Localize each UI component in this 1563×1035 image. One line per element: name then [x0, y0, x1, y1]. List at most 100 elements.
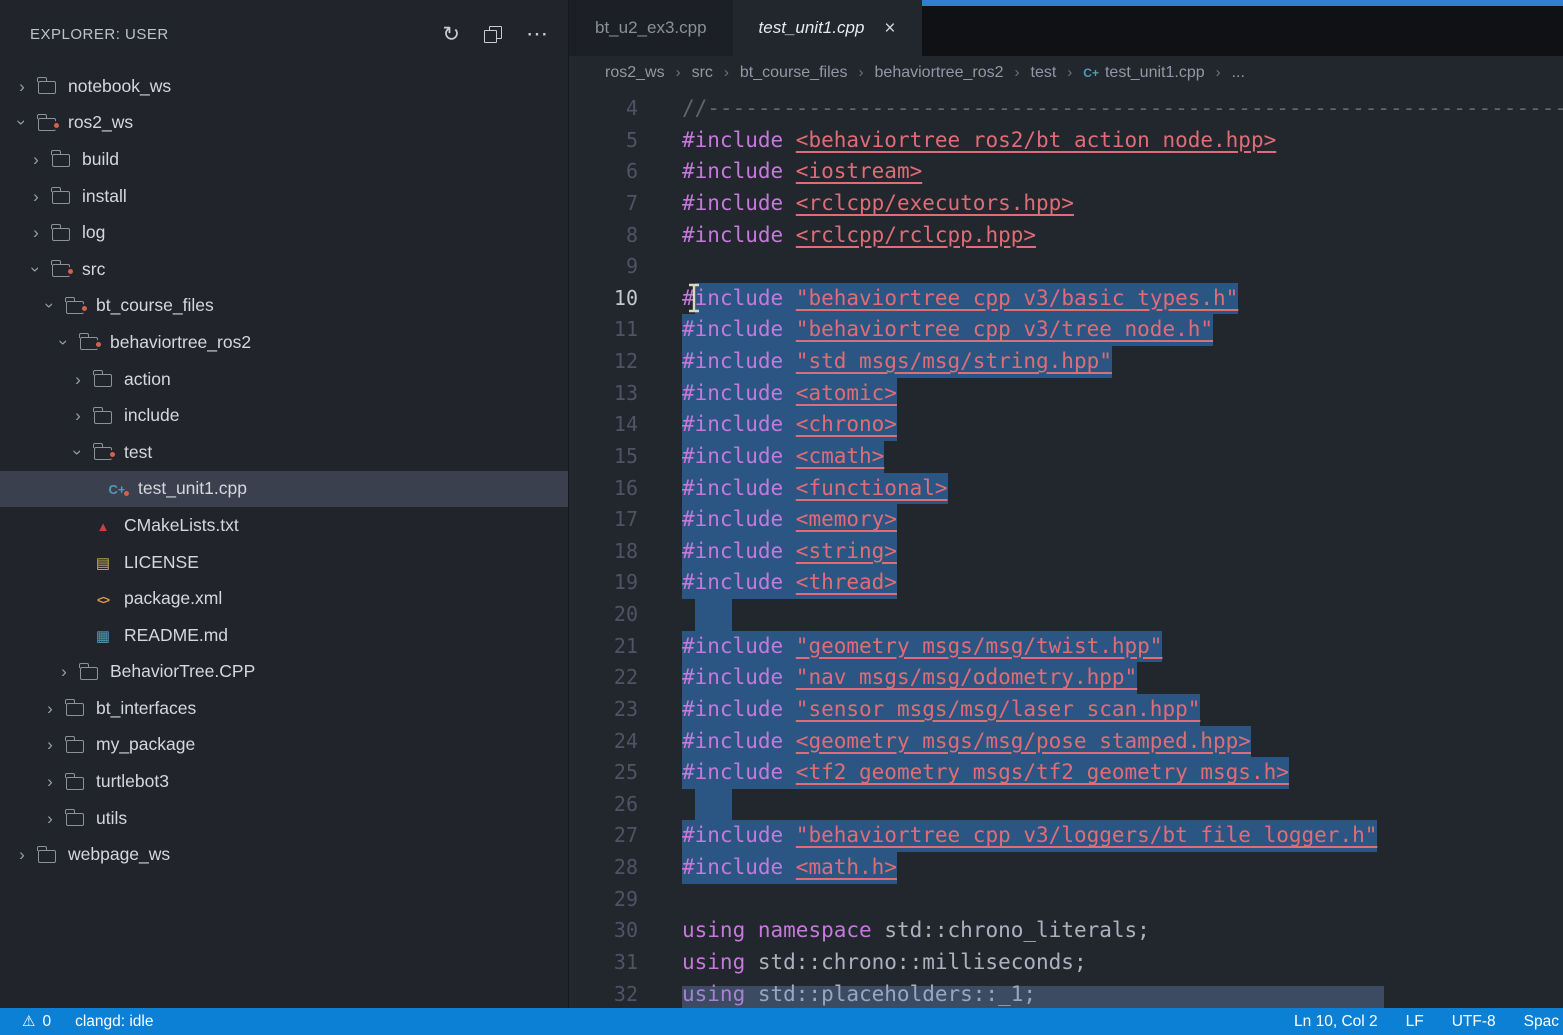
- chevron-right-icon[interactable]: [38, 773, 62, 790]
- code-line[interactable]: 21#include "geometry_msgs/msg/twist.hpp": [569, 631, 1563, 663]
- line-number[interactable]: 18: [569, 536, 682, 568]
- tree-item-install[interactable]: install: [0, 178, 568, 215]
- chevron-right-icon[interactable]: [10, 846, 34, 863]
- chevron-right-icon[interactable]: [24, 224, 48, 241]
- code-line[interactable]: 27#include "behaviortree_cpp_v3/loggers/…: [569, 820, 1563, 852]
- tab-bt-u2-ex3-cpp[interactable]: bt_u2_ex3.cpp: [569, 0, 733, 56]
- chevron-down-icon[interactable]: [38, 297, 62, 314]
- tree-item-behaviortree-ros2[interactable]: behaviortree_ros2: [0, 324, 568, 361]
- line-number[interactable]: 17: [569, 504, 682, 536]
- chevron-down-icon[interactable]: [66, 444, 90, 461]
- line-number[interactable]: 15: [569, 441, 682, 473]
- code-line[interactable]: 17#include <memory>: [569, 504, 1563, 536]
- chevron-right-icon[interactable]: [38, 736, 62, 753]
- tree-item-turtlebot3[interactable]: turtlebot3: [0, 763, 568, 800]
- code-line[interactable]: 31using std::chrono::milliseconds;: [569, 947, 1563, 979]
- line-number[interactable]: 24: [569, 726, 682, 758]
- chevron-right-icon[interactable]: [24, 188, 48, 205]
- breadcrumb-item-ros2-ws[interactable]: ros2_ws: [605, 64, 665, 82]
- chevron-down-icon[interactable]: [52, 334, 76, 351]
- breadcrumb-item-more[interactable]: ...: [1232, 64, 1245, 82]
- code-line[interactable]: 29: [569, 884, 1563, 916]
- tree-item-my-package[interactable]: my_package: [0, 727, 568, 764]
- tree-item-package-xml[interactable]: package.xml: [0, 580, 568, 617]
- code-area[interactable]: 4//-------------------------------------…: [569, 90, 1563, 1008]
- line-number[interactable]: 12: [569, 346, 682, 378]
- line-number[interactable]: 13: [569, 378, 682, 410]
- breadcrumb-item-test-unit1-cpp[interactable]: test_unit1.cpp: [1083, 64, 1204, 82]
- line-number[interactable]: 30: [569, 915, 682, 947]
- chevron-right-icon[interactable]: [10, 78, 34, 95]
- line-number[interactable]: 22: [569, 662, 682, 694]
- breadcrumb-item-src[interactable]: src: [692, 64, 713, 82]
- tree-item-cmakelists-txt[interactable]: CMakeLists.txt: [0, 507, 568, 544]
- code-line[interactable]: 23#include "sensor_msgs/msg/laser_scan.h…: [569, 694, 1563, 726]
- breadcrumb-item-behaviortree-ros2[interactable]: behaviortree_ros2: [875, 64, 1004, 82]
- tree-item-webpage-ws[interactable]: webpage_ws: [0, 836, 568, 873]
- tree-item-action[interactable]: action: [0, 361, 568, 398]
- line-number[interactable]: 16: [569, 473, 682, 505]
- cursor-position[interactable]: Ln 10, Col 2: [1294, 1013, 1378, 1031]
- line-number[interactable]: 8: [569, 220, 682, 252]
- tab-test-unit1-cpp[interactable]: test_unit1.cpp ×: [733, 0, 922, 56]
- tree-item-build[interactable]: build: [0, 141, 568, 178]
- code-line[interactable]: 18#include <string>: [569, 536, 1563, 568]
- tree-item-bt-interfaces[interactable]: bt_interfaces: [0, 690, 568, 727]
- chevron-right-icon[interactable]: [38, 700, 62, 717]
- line-number[interactable]: 14: [569, 409, 682, 441]
- breadcrumb-item-bt-course-files[interactable]: bt_course_files: [740, 64, 848, 82]
- horizontal-scrollbar[interactable]: [682, 986, 1384, 1008]
- line-number[interactable]: 6: [569, 156, 682, 188]
- problems-indicator[interactable]: 0: [22, 1012, 51, 1031]
- code-line[interactable]: 28#include <math.h>: [569, 852, 1563, 884]
- code-line[interactable]: 25#include <tf2_geometry_msgs/tf2_geomet…: [569, 757, 1563, 789]
- code-line[interactable]: 22#include "nav_msgs/msg/odometry.hpp": [569, 662, 1563, 694]
- chevron-down-icon[interactable]: [10, 114, 34, 131]
- tree-item-log[interactable]: log: [0, 214, 568, 251]
- chevron-right-icon[interactable]: [52, 663, 76, 680]
- tree-item-test[interactable]: test: [0, 434, 568, 471]
- line-number[interactable]: 26: [569, 789, 682, 821]
- line-number[interactable]: 20: [569, 599, 682, 631]
- tree-item-readme-md[interactable]: README.md: [0, 617, 568, 654]
- indentation-indicator[interactable]: Spac: [1524, 1013, 1559, 1031]
- encoding-indicator[interactable]: UTF-8: [1452, 1013, 1496, 1031]
- chevron-right-icon[interactable]: [24, 151, 48, 168]
- line-number[interactable]: 29: [569, 884, 682, 916]
- line-number[interactable]: 11: [569, 314, 682, 346]
- code-line[interactable]: 13#include <atomic>: [569, 378, 1563, 410]
- line-number[interactable]: 23: [569, 694, 682, 726]
- tree-item-include[interactable]: include: [0, 397, 568, 434]
- tree-item-behaviortree-cpp[interactable]: BehaviorTree.CPP: [0, 654, 568, 691]
- line-number[interactable]: 32: [569, 979, 682, 1009]
- chevron-down-icon[interactable]: [24, 261, 48, 278]
- code-line[interactable]: 30using namespace std::chrono_literals;: [569, 915, 1563, 947]
- eol-indicator[interactable]: LF: [1406, 1013, 1424, 1031]
- code-line[interactable]: 16#include <functional>: [569, 473, 1563, 505]
- code-line[interactable]: 11#include "behaviortree_cpp_v3/tree_nod…: [569, 314, 1563, 346]
- tree-item-notebook-ws[interactable]: notebook_ws: [0, 68, 568, 105]
- line-number[interactable]: 4: [569, 93, 682, 125]
- line-number[interactable]: 25: [569, 757, 682, 789]
- tree-item-ros2-ws[interactable]: ros2_ws: [0, 105, 568, 142]
- chevron-right-icon[interactable]: [38, 810, 62, 827]
- code-line[interactable]: 15#include <cmath>: [569, 441, 1563, 473]
- tree-item-src[interactable]: src: [0, 251, 568, 288]
- code-line[interactable]: 19#include <thread>: [569, 567, 1563, 599]
- chevron-right-icon[interactable]: [66, 371, 90, 388]
- code-line[interactable]: 6#include <iostream>: [569, 156, 1563, 188]
- code-line[interactable]: 14#include <chrono>: [569, 409, 1563, 441]
- line-number[interactable]: 5: [569, 125, 682, 157]
- line-number[interactable]: 7: [569, 188, 682, 220]
- refresh-icon[interactable]: [442, 22, 460, 47]
- line-number[interactable]: 10: [569, 283, 682, 315]
- tree-item-test-unit1-cpp[interactable]: test_unit1.cpp: [0, 471, 568, 508]
- code-line[interactable]: 4//-------------------------------------…: [569, 93, 1563, 125]
- line-number[interactable]: 27: [569, 820, 682, 852]
- close-tab-icon[interactable]: ×: [884, 19, 895, 38]
- code-line[interactable]: 5#include <behaviortree_ros2/bt_action_n…: [569, 125, 1563, 157]
- collapse-folders-icon[interactable]: [484, 26, 502, 43]
- tree-item-license[interactable]: LICENSE: [0, 544, 568, 581]
- code-line[interactable]: 7#include <rclcpp/executors.hpp>: [569, 188, 1563, 220]
- code-line[interactable]: 20: [569, 599, 1563, 631]
